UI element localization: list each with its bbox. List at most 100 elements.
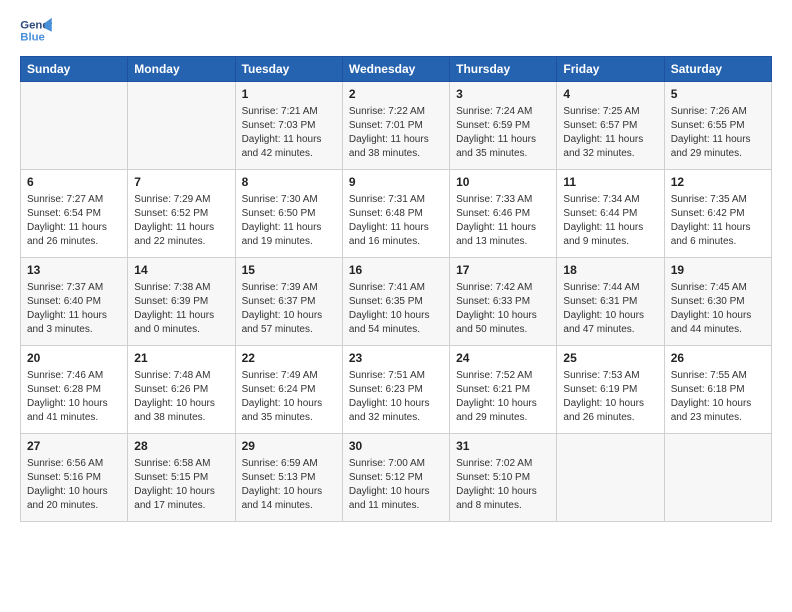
day-number: 20 — [27, 350, 121, 367]
week-row-5: 27Sunrise: 6:56 AM Sunset: 5:16 PM Dayli… — [21, 434, 772, 522]
day-info-text: Sunrise: 7:34 AM Sunset: 6:44 PM Dayligh… — [563, 193, 657, 249]
day-number: 3 — [456, 86, 550, 103]
day-info-text: Sunrise: 6:59 AM Sunset: 5:13 PM Dayligh… — [242, 457, 336, 513]
day-cell — [664, 434, 771, 522]
day-cell: 3 Sunrise: 7:24 AM Sunset: 6:59 PM Daylig… — [450, 82, 557, 170]
day-number: 6 — [27, 174, 121, 191]
day-cell: 24 Sunrise: 7:52 AM Sunset: 6:21 PM Dayli… — [450, 346, 557, 434]
day-cell — [21, 82, 128, 170]
day-info-text: Sunrise: 7:46 AM Sunset: 6:28 PM Dayligh… — [27, 369, 121, 425]
day-number: 30 — [349, 438, 443, 455]
day-cell: 11Sunrise: 7:34 AM Sunset: 6:44 PM Dayli… — [557, 170, 664, 258]
day-info-text: Sunrise: 6:58 AM Sunset: 5:15 PM Dayligh… — [134, 457, 228, 513]
day-info-text: Sunrise: 7:00 AM Sunset: 5:12 PM Dayligh… — [349, 457, 443, 513]
day-info-text: Sunrise: 7:45 AM Sunset: 6:30 PM Dayligh… — [671, 281, 765, 337]
day-info-text: Sunrise: 7:52 AM Sunset: 6:21 PM Dayligh… — [456, 369, 550, 425]
calendar-body: 1Sunrise: 7:21 AM Sunset: 7:03 PM Daylig… — [21, 82, 772, 522]
day-cell: 21Sunrise: 7:48 AM Sunset: 6:26 PM Dayli… — [128, 346, 235, 434]
header-row: SundayMondayTuesdayWednesdayThursdayFrid… — [21, 57, 772, 82]
day-info-text: Sunrise: 7:02 AM Sunset: 5:10 PM Dayligh… — [456, 457, 550, 513]
day-number: 22 — [242, 350, 336, 367]
day-cell: 4 Sunrise: 7:25 AM Sunset: 6:57 PM Daylig… — [557, 82, 664, 170]
day-cell: 27Sunrise: 6:56 AM Sunset: 5:16 PM Dayli… — [21, 434, 128, 522]
day-info-text: Sunrise: 7:35 AM Sunset: 6:42 PM Dayligh… — [671, 193, 765, 249]
day-cell: 31 Sunrise: 7:02 AM Sunset: 5:10 PM Dayli… — [450, 434, 557, 522]
day-info-text: Sunrise: 7:33 AM Sunset: 6:46 PM Dayligh… — [456, 193, 550, 249]
week-row-2: 6Sunrise: 7:27 AM Sunset: 6:54 PM Daylig… — [21, 170, 772, 258]
day-number: 23 — [349, 350, 443, 367]
day-cell: 14Sunrise: 7:38 AM Sunset: 6:39 PM Dayli… — [128, 258, 235, 346]
day-cell: 22 Sunrise: 7:49 AM Sunset: 6:24 PM Dayli… — [235, 346, 342, 434]
day-number: 19 — [671, 262, 765, 279]
day-cell: 8Sunrise: 7:30 AM Sunset: 6:50 PM Daylig… — [235, 170, 342, 258]
day-number: 28 — [134, 438, 228, 455]
day-number: 10 — [456, 174, 550, 191]
day-number: 4 — [563, 86, 657, 103]
day-cell: 10 Sunrise: 7:33 AM Sunset: 6:46 PM Dayli… — [450, 170, 557, 258]
day-info-text: Sunrise: 7:41 AM Sunset: 6:35 PM Dayligh… — [349, 281, 443, 337]
day-info-text: Sunrise: 7:39 AM Sunset: 6:37 PM Dayligh… — [242, 281, 336, 337]
day-cell: 19 Sunrise: 7:45 AM Sunset: 6:30 PM Dayli… — [664, 258, 771, 346]
day-header-monday: Monday — [128, 57, 235, 82]
day-header-thursday: Thursday — [450, 57, 557, 82]
day-info-text: Sunrise: 7:42 AM Sunset: 6:33 PM Dayligh… — [456, 281, 550, 337]
day-info-text: Sunrise: 7:29 AM Sunset: 6:52 PM Dayligh… — [134, 193, 228, 249]
day-header-friday: Friday — [557, 57, 664, 82]
day-number: 13 — [27, 262, 121, 279]
day-number: 7 — [134, 174, 228, 191]
day-cell — [128, 82, 235, 170]
day-number: 2 — [349, 86, 443, 103]
day-info-text: Sunrise: 7:44 AM Sunset: 6:31 PM Dayligh… — [563, 281, 657, 337]
day-info-text: Sunrise: 7:37 AM Sunset: 6:40 PM Dayligh… — [27, 281, 121, 337]
day-number: 12 — [671, 174, 765, 191]
calendar-table: SundayMondayTuesdayWednesdayThursdayFrid… — [20, 56, 772, 522]
day-number: 24 — [456, 350, 550, 367]
day-cell: 9 Sunrise: 7:31 AM Sunset: 6:48 PM Daylig… — [342, 170, 449, 258]
week-row-4: 20 Sunrise: 7:46 AM Sunset: 6:28 PM Dayli… — [21, 346, 772, 434]
day-header-tuesday: Tuesday — [235, 57, 342, 82]
day-number: 5 — [671, 86, 765, 103]
day-cell: 15 Sunrise: 7:39 AM Sunset: 6:37 PM Dayli… — [235, 258, 342, 346]
day-header-wednesday: Wednesday — [342, 57, 449, 82]
day-info-text: Sunrise: 7:49 AM Sunset: 6:24 PM Dayligh… — [242, 369, 336, 425]
calendar-header: SundayMondayTuesdayWednesdayThursdayFrid… — [21, 57, 772, 82]
day-cell — [557, 434, 664, 522]
day-cell: 20 Sunrise: 7:46 AM Sunset: 6:28 PM Dayli… — [21, 346, 128, 434]
day-header-sunday: Sunday — [21, 57, 128, 82]
day-number: 18 — [563, 262, 657, 279]
day-cell: 30 Sunrise: 7:00 AM Sunset: 5:12 PM Dayli… — [342, 434, 449, 522]
day-number: 1 — [242, 86, 336, 103]
day-info-text: Sunrise: 7:51 AM Sunset: 6:23 PM Dayligh… — [349, 369, 443, 425]
page-header: General Blue — [20, 16, 772, 44]
day-number: 8 — [242, 174, 336, 191]
day-number: 25 — [563, 350, 657, 367]
day-info-text: Sunrise: 7:48 AM Sunset: 6:26 PM Dayligh… — [134, 369, 228, 425]
day-cell: 26 Sunrise: 7:55 AM Sunset: 6:18 PM Dayli… — [664, 346, 771, 434]
day-cell: 2Sunrise: 7:22 AM Sunset: 7:01 PM Daylig… — [342, 82, 449, 170]
svg-text:Blue: Blue — [20, 32, 45, 44]
day-info-text: Sunrise: 7:55 AM Sunset: 6:18 PM Dayligh… — [671, 369, 765, 425]
day-number: 16 — [349, 262, 443, 279]
day-cell: 23 Sunrise: 7:51 AM Sunset: 6:23 PM Dayli… — [342, 346, 449, 434]
day-cell: 1Sunrise: 7:21 AM Sunset: 7:03 PM Daylig… — [235, 82, 342, 170]
day-number: 15 — [242, 262, 336, 279]
day-info-text: Sunrise: 7:53 AM Sunset: 6:19 PM Dayligh… — [563, 369, 657, 425]
day-number: 31 — [456, 438, 550, 455]
logo: General Blue — [20, 16, 52, 44]
day-info-text: Sunrise: 7:31 AM Sunset: 6:48 PM Dayligh… — [349, 193, 443, 249]
day-cell: 16 Sunrise: 7:41 AM Sunset: 6:35 PM Dayli… — [342, 258, 449, 346]
day-number: 9 — [349, 174, 443, 191]
day-cell: 28 Sunrise: 6:58 AM Sunset: 5:15 PM Dayli… — [128, 434, 235, 522]
day-info-text: Sunrise: 7:24 AM Sunset: 6:59 PM Dayligh… — [456, 105, 550, 161]
day-info-text: Sunrise: 6:56 AM Sunset: 5:16 PM Dayligh… — [27, 457, 121, 513]
day-cell: 13 Sunrise: 7:37 AM Sunset: 6:40 PM Dayli… — [21, 258, 128, 346]
day-info-text: Sunrise: 7:26 AM Sunset: 6:55 PM Dayligh… — [671, 105, 765, 161]
day-cell: 6Sunrise: 7:27 AM Sunset: 6:54 PM Daylig… — [21, 170, 128, 258]
logo-icon: General Blue — [20, 16, 52, 44]
day-info-text: Sunrise: 7:25 AM Sunset: 6:57 PM Dayligh… — [563, 105, 657, 161]
day-cell: 17Sunrise: 7:42 AM Sunset: 6:33 PM Dayli… — [450, 258, 557, 346]
day-number: 26 — [671, 350, 765, 367]
day-cell: 25 Sunrise: 7:53 AM Sunset: 6:19 PM Dayli… — [557, 346, 664, 434]
day-number: 29 — [242, 438, 336, 455]
day-cell: 7 Sunrise: 7:29 AM Sunset: 6:52 PM Daylig… — [128, 170, 235, 258]
